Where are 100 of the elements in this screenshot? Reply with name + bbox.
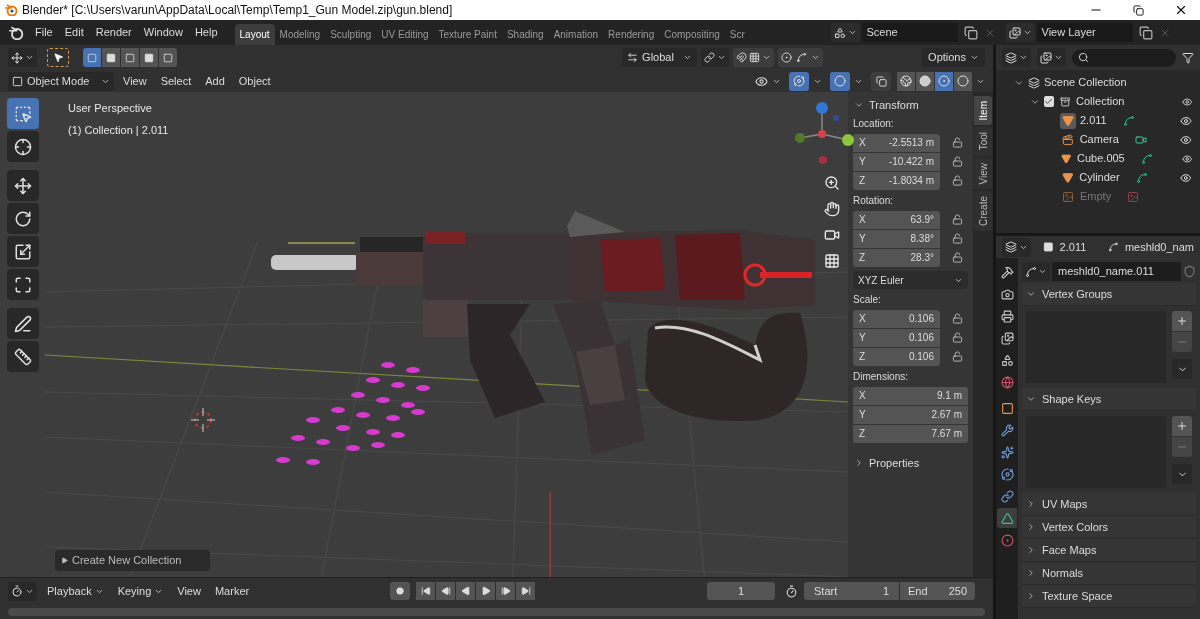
- editor-type-button[interactable]: [8, 48, 37, 67]
- playback-button[interactable]: [476, 582, 495, 600]
- pivot-button[interactable]: [701, 48, 730, 67]
- active-tool-button[interactable]: [47, 48, 69, 67]
- mesh-data-icon[interactable]: [1122, 114, 1135, 127]
- scene-selector[interactable]: [830, 23, 860, 42]
- camera-icon[interactable]: [824, 227, 840, 243]
- start-frame-field[interactable]: Start 1: [804, 582, 899, 600]
- menu-item[interactable]: Edit: [59, 24, 89, 41]
- lock-icon[interactable]: [952, 137, 963, 148]
- record-button[interactable]: [390, 582, 410, 600]
- checkbox[interactable]: [1044, 96, 1054, 107]
- hand-icon[interactable]: [824, 201, 840, 217]
- playback-button[interactable]: [436, 582, 455, 600]
- playback-button[interactable]: [516, 582, 535, 600]
- grid-icon[interactable]: [824, 253, 840, 269]
- outliner-item[interactable]: Collection: [1076, 93, 1125, 110]
- workspace-tab[interactable]: Compositing: [659, 24, 725, 45]
- menu-item[interactable]: Object: [233, 72, 276, 90]
- properties-tab[interactable]: [997, 508, 1017, 528]
- proportional-button[interactable]: [778, 48, 824, 67]
- options-dropdown[interactable]: Options: [922, 48, 985, 67]
- logo-icon[interactable]: [8, 25, 24, 40]
- restore-icon[interactable]: [1133, 4, 1144, 16]
- shading-button[interactable]: [954, 71, 972, 91]
- menu-item[interactable]: Add: [200, 72, 230, 90]
- panel-title[interactable]: Transform: [869, 96, 919, 114]
- lock-icon[interactable]: [952, 233, 963, 244]
- number-field[interactable]: X 0.106: [853, 309, 940, 328]
- copy-icon[interactable]: [963, 25, 978, 40]
- snap-button[interactable]: [733, 48, 775, 67]
- eye-icon[interactable]: [1181, 95, 1192, 108]
- tool-button[interactable]: [6, 269, 39, 300]
- gizmo-toggle[interactable]: [789, 71, 809, 91]
- close-icon[interactable]: [1174, 3, 1188, 17]
- menu-item[interactable]: Keying: [117, 582, 152, 600]
- sidebar-tab[interactable]: Create: [974, 191, 992, 232]
- rotation-mode-dropdown[interactable]: XYZ Euler: [853, 271, 968, 289]
- select-mode-button[interactable]: [102, 48, 120, 67]
- lock-icon[interactable]: [952, 332, 963, 343]
- select-mode-button[interactable]: [83, 48, 101, 67]
- zoom-icon[interactable]: [824, 175, 840, 191]
- copy-icon[interactable]: [1138, 25, 1153, 40]
- sidebar-tab[interactable]: Item: [974, 96, 992, 126]
- outliner-item[interactable]: Camera: [1079, 131, 1119, 148]
- select-mode-button[interactable]: [121, 48, 139, 67]
- view-layer-selector[interactable]: [1005, 23, 1035, 42]
- operator-panel[interactable]: Create New Collection: [55, 550, 210, 571]
- lock-icon[interactable]: [952, 156, 963, 167]
- stopwatch-icon[interactable]: [785, 584, 798, 598]
- tool-button[interactable]: [6, 170, 39, 201]
- menu-item[interactable]: Playback: [47, 582, 92, 600]
- workspace-tab[interactable]: UV Editing: [376, 24, 434, 45]
- number-field[interactable]: Z 0.106: [853, 347, 940, 366]
- number-field[interactable]: X -2.5513 m: [853, 133, 940, 152]
- datablock-name-field[interactable]: meshld0_name.011: [1052, 262, 1181, 281]
- workspace-tab[interactable]: Modeling: [274, 24, 326, 45]
- number-field[interactable]: Z -1.8034 m: [853, 171, 940, 190]
- number-field[interactable]: Y 8.38°: [853, 229, 940, 248]
- number-field[interactable]: X 63.9°: [853, 210, 940, 229]
- data-browse-button[interactable]: [1022, 262, 1050, 281]
- playback-button[interactable]: [416, 582, 435, 600]
- editor-type-button[interactable]: [1002, 48, 1031, 67]
- panel-title[interactable]: Normals: [1042, 564, 1083, 582]
- menu-item[interactable]: Marker: [214, 582, 250, 600]
- tool-button[interactable]: [6, 203, 39, 234]
- panel-title[interactable]: Properties: [869, 454, 920, 472]
- number-field[interactable]: Y -10.422 m: [853, 152, 940, 171]
- editor-type-button[interactable]: [8, 581, 37, 601]
- number-field[interactable]: Z 7.67 m: [853, 424, 968, 443]
- tool-button[interactable]: [6, 341, 39, 372]
- shading-button[interactable]: [916, 71, 934, 91]
- view-layer-field[interactable]: View Layer: [1036, 23, 1133, 42]
- select-mode-button[interactable]: [140, 48, 158, 67]
- editor-type-button[interactable]: [1002, 237, 1031, 257]
- filter-icon[interactable]: [1182, 51, 1194, 64]
- playback-button[interactable]: [496, 582, 515, 600]
- mode-dropdown[interactable]: Object Mode: [8, 71, 114, 91]
- shading-button[interactable]: [897, 71, 915, 91]
- outliner-item[interactable]: Cube.005: [1077, 150, 1125, 167]
- playback-button[interactable]: [456, 582, 475, 600]
- eye-icon[interactable]: [1180, 133, 1192, 146]
- mesh-data-icon[interactable]: [1135, 171, 1148, 184]
- menu-item[interactable]: View: [118, 72, 152, 90]
- orientation-dropdown[interactable]: Global: [622, 48, 698, 67]
- mesh-data-icon[interactable]: [1140, 152, 1153, 165]
- add-button[interactable]: [1172, 311, 1192, 331]
- xray-button[interactable]: [871, 71, 891, 91]
- shield-icon[interactable]: [1183, 265, 1196, 278]
- menu-button[interactable]: [1172, 464, 1192, 484]
- current-frame-field[interactable]: 1: [707, 582, 775, 600]
- menu-item[interactable]: Select: [155, 72, 197, 90]
- workspace-tab[interactable]: Rendering: [603, 24, 660, 45]
- lock-icon[interactable]: [952, 313, 963, 324]
- select-mode-button[interactable]: [159, 48, 177, 67]
- sidebar-tab[interactable]: View: [974, 157, 992, 190]
- number-field[interactable]: Y 0.106: [853, 328, 940, 347]
- workspace-tab[interactable]: Sculpting: [325, 24, 377, 45]
- workspace-tab[interactable]: Scr: [724, 24, 750, 45]
- workspace-tab[interactable]: Layout: [234, 24, 275, 45]
